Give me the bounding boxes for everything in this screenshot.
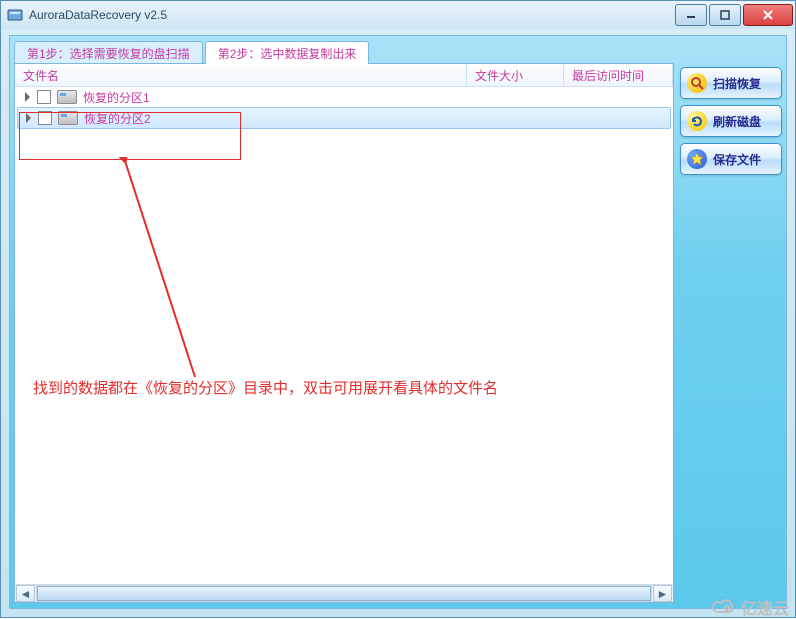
save-file-button[interactable]: 保存文件: [680, 143, 782, 175]
close-button[interactable]: [743, 4, 793, 26]
tab-step2[interactable]: 第2步：选中数据复制出来: [205, 41, 370, 64]
scroll-left-button[interactable]: ◄: [16, 585, 35, 602]
tab-step1[interactable]: 第1步：选择需要恢复的盘扫描: [14, 41, 203, 64]
drive-icon: [57, 90, 77, 104]
maximize-button[interactable]: [709, 4, 741, 26]
drive-icon: [58, 111, 78, 125]
horizontal-scrollbar[interactable]: ◄ ►: [15, 584, 673, 602]
app-window: AuroraDataRecovery v2.5 第1步：选择需要恢复的盘扫描 第…: [0, 0, 796, 618]
refresh-disk-button[interactable]: 刷新磁盘: [680, 105, 782, 137]
column-headers: 文件名 文件大小 最后访问时间: [15, 64, 673, 87]
file-panel: 文件名 文件大小 最后访问时间 恢复的分区1: [14, 63, 674, 603]
star-icon: [687, 149, 707, 169]
row-label: 恢复的分区1: [83, 89, 150, 106]
row-checkbox[interactable]: [38, 111, 52, 125]
scan-recover-button[interactable]: 扫描恢复: [680, 67, 782, 99]
step-tabs: 第1步：选择需要恢复的盘扫描 第2步：选中数据复制出来: [14, 40, 782, 64]
table-row[interactable]: 恢复的分区1: [15, 87, 673, 107]
app-icon: [7, 7, 23, 23]
save-file-label: 保存文件: [713, 151, 761, 168]
row-label: 恢复的分区2: [84, 110, 151, 127]
titlebar[interactable]: AuroraDataRecovery v2.5: [1, 1, 795, 29]
side-buttons: 扫描恢复 刷新磁盘 保存文件: [674, 63, 782, 603]
annotation-text: 找到的数据都在《恢复的分区》目录中，双击可用展开看具体的文件名: [33, 377, 498, 398]
watermark-text: 亿速云: [741, 595, 789, 619]
refresh-icon: [687, 111, 707, 131]
expand-icon[interactable]: [23, 92, 33, 102]
scan-recover-label: 扫描恢复: [713, 75, 761, 92]
annotation-arrow: [115, 157, 235, 397]
file-rows: 恢复的分区1 恢复的分区2 找到的数据都: [15, 87, 673, 584]
scroll-thumb[interactable]: [37, 586, 651, 601]
window-title: AuroraDataRecovery v2.5: [29, 8, 673, 22]
column-filesize[interactable]: 文件大小: [467, 64, 564, 86]
minimize-button[interactable]: [675, 4, 707, 26]
refresh-disk-label: 刷新磁盘: [713, 113, 761, 130]
magnifier-icon: [687, 73, 707, 93]
column-lastaccess[interactable]: 最后访问时间: [564, 64, 673, 86]
row-checkbox[interactable]: [37, 90, 51, 104]
scroll-right-button[interactable]: ►: [653, 585, 672, 602]
table-row[interactable]: 恢复的分区2: [17, 107, 671, 129]
watermark: 亿速云: [711, 595, 789, 619]
column-filename[interactable]: 文件名: [15, 64, 467, 86]
content-panel: 第1步：选择需要恢复的盘扫描 第2步：选中数据复制出来 文件名 文件大小 最后访…: [9, 35, 787, 609]
expand-icon[interactable]: [24, 113, 34, 123]
watermark-icon: [711, 598, 737, 616]
scroll-track[interactable]: [36, 585, 652, 602]
